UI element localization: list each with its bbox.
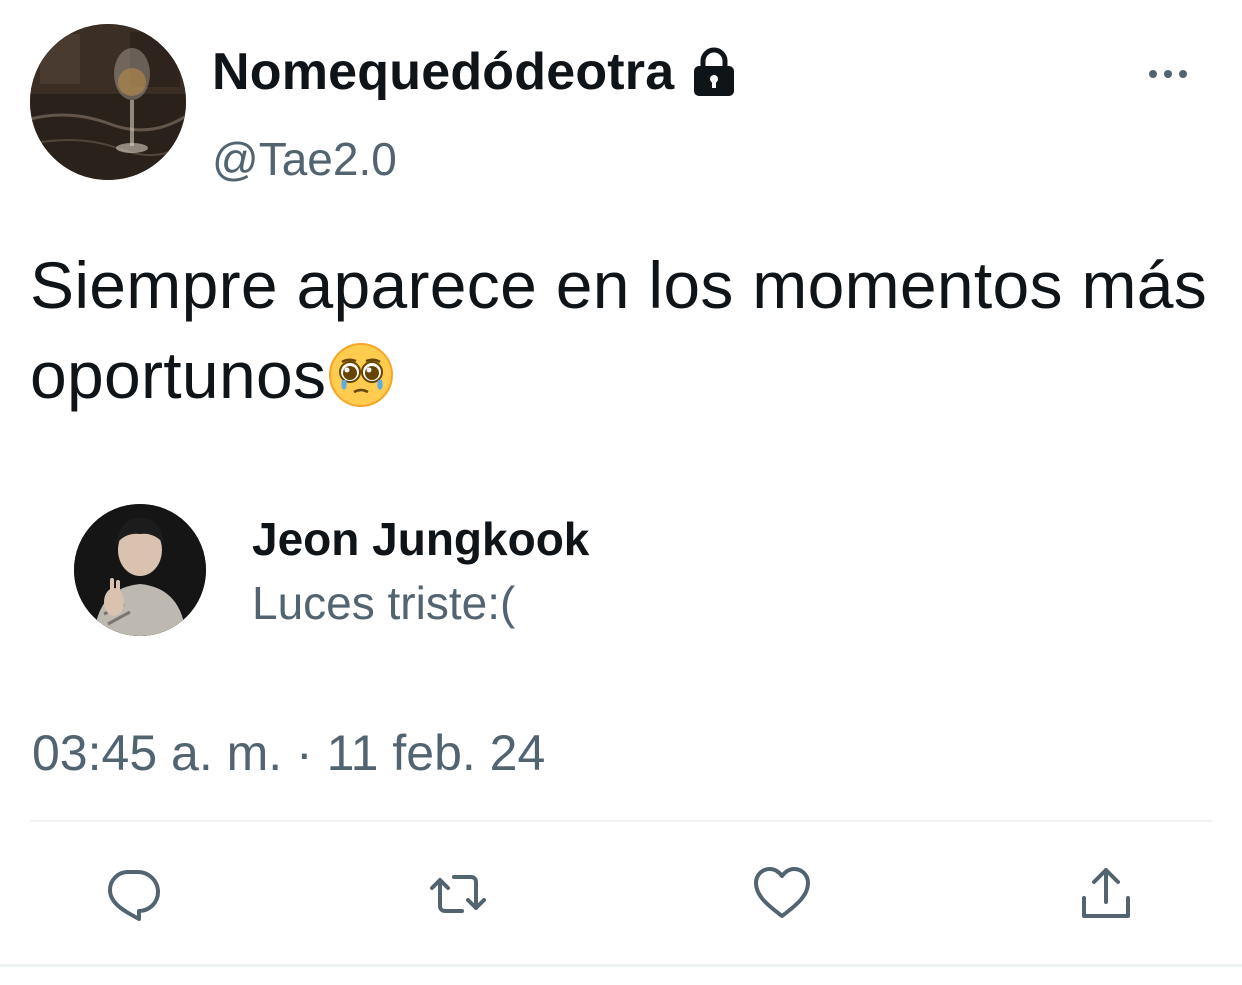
share-icon — [1082, 868, 1130, 918]
wine-glass-avatar-image — [30, 24, 186, 180]
quoted-text: Luces triste:( — [252, 577, 516, 629]
tweet-text-content: Siempre aparece en los momentos más opor… — [30, 248, 1208, 412]
quoted-name[interactable]: Jeon Jungkook — [252, 516, 589, 562]
author-handle[interactable]: @Tae2.0 — [212, 136, 397, 182]
like-button[interactable] — [752, 864, 812, 924]
divider — [30, 820, 1212, 822]
share-button[interactable] — [1076, 864, 1136, 924]
author-display-name[interactable]: Nomequedódeotra — [212, 46, 674, 98]
reply-icon — [108, 870, 160, 921]
pleading-face-emoji-icon — [328, 340, 394, 407]
tweet-card: Nomequedódeotra @Tae2.0 Siempre aparece … — [0, 0, 1242, 985]
more-icon[interactable] — [1146, 64, 1190, 84]
lock-icon — [686, 44, 742, 100]
quoted-avatar[interactable] — [74, 504, 206, 636]
tweet-timestamp[interactable]: 03:45 a. m. · 11 feb. 24 — [32, 728, 545, 778]
display-name-row: Nomequedódeotra — [212, 44, 742, 100]
author-avatar[interactable] — [30, 24, 186, 180]
heart-icon — [754, 867, 810, 918]
tweet-text: Siempre aparece en los momentos más opor… — [30, 240, 1220, 420]
person-avatar-image — [74, 504, 206, 636]
bottom-divider — [0, 964, 1242, 967]
reply-button[interactable] — [104, 864, 164, 924]
retweet-button[interactable] — [428, 864, 488, 924]
retweet-icon — [430, 875, 486, 913]
